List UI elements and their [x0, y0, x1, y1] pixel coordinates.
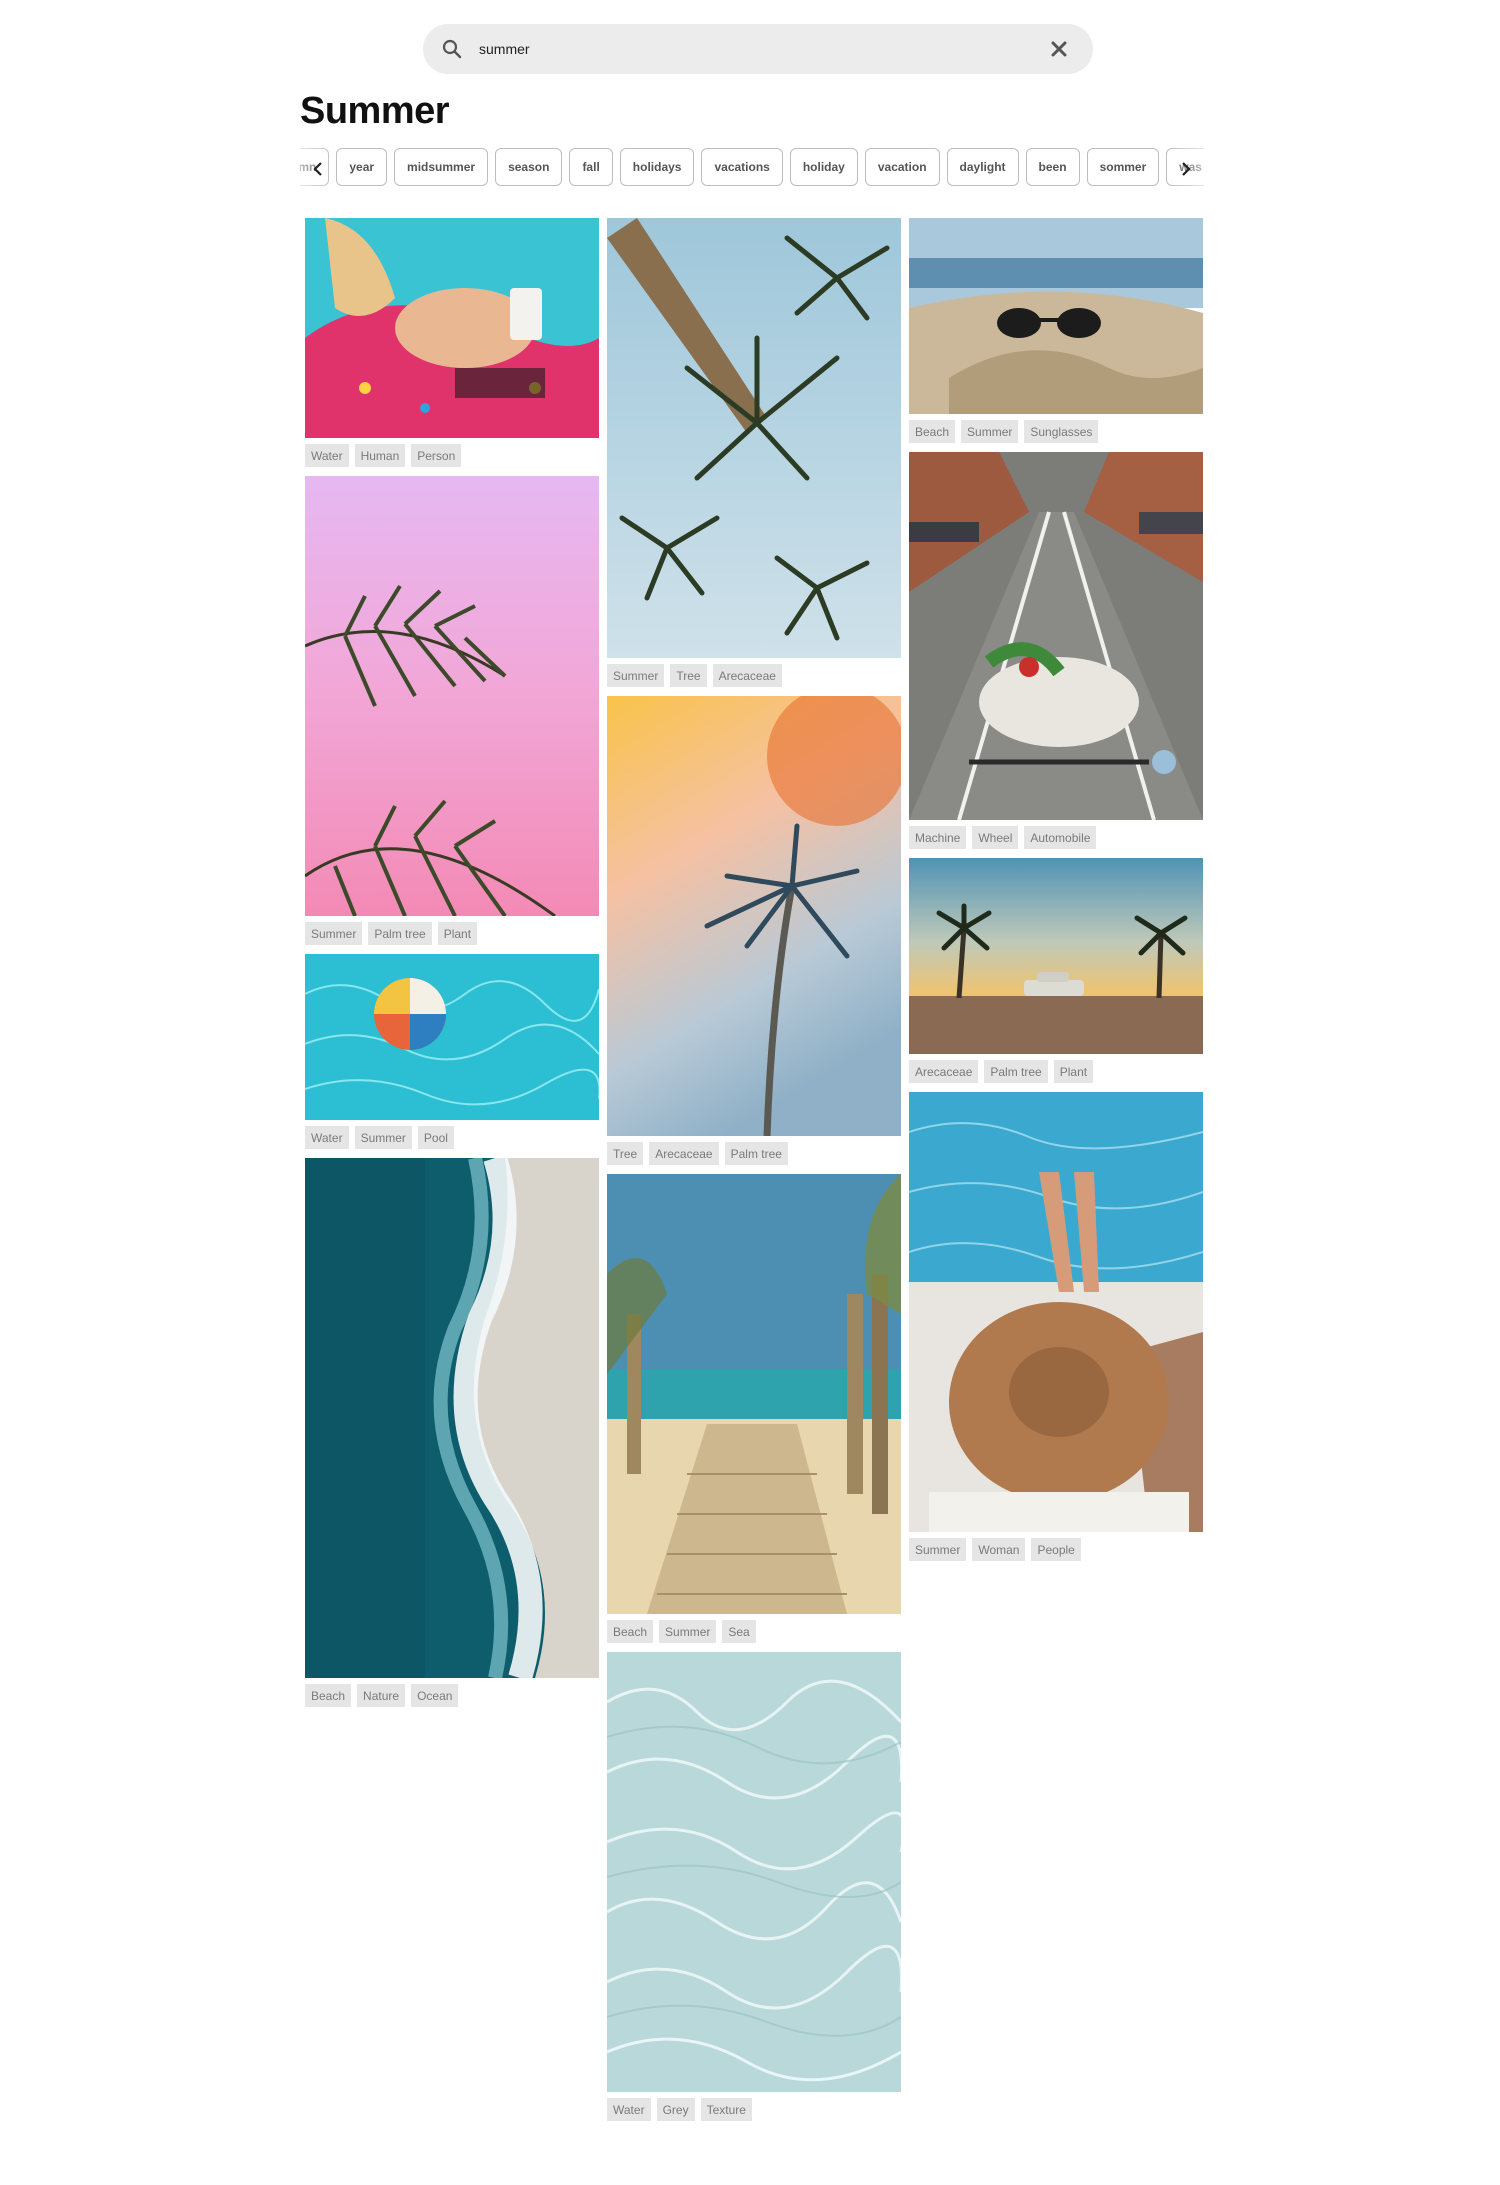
tag-beach[interactable]: Beach: [909, 420, 956, 443]
tag-summer[interactable]: Summer: [607, 664, 665, 687]
tag-plant[interactable]: Plant: [437, 922, 478, 945]
chip-list: umnyearmidsummerseasonfallholidaysvacati…: [300, 148, 1204, 186]
tag-beach[interactable]: Beach: [607, 1620, 654, 1643]
photo-tags: Beach Nature Ocean: [305, 1684, 599, 1707]
photo-card: Beach Nature Ocean: [305, 1158, 599, 1707]
chip-holiday[interactable]: holiday: [789, 148, 858, 186]
search-bar[interactable]: [423, 24, 1093, 74]
related-tags-carousel: umnyearmidsummerseasonfallholidaysvacati…: [300, 142, 1204, 196]
tag-automobile[interactable]: Automobile: [1024, 826, 1097, 849]
tag-machine[interactable]: Machine: [909, 826, 967, 849]
photo-palm-trees-from-below[interactable]: [607, 218, 901, 658]
chip-been[interactable]: been: [1025, 148, 1080, 186]
tag-plant[interactable]: Plant: [1053, 1060, 1094, 1083]
photo-woman-on-donut-float[interactable]: [305, 218, 599, 438]
chip-vacations[interactable]: vacations: [701, 148, 783, 186]
photo-bicycle-on-street[interactable]: [909, 452, 1203, 820]
tag-nature[interactable]: Nature: [357, 1684, 406, 1707]
photo-tags: Water Human Person: [305, 444, 599, 467]
tag-summer[interactable]: Summer: [659, 1620, 717, 1643]
photo-tags: Tree Arecaceae Palm tree: [607, 1142, 901, 1165]
photo-card: Machine Wheel Automobile: [909, 452, 1203, 849]
close-icon[interactable]: [1047, 37, 1071, 61]
photo-woman-straw-hat-pool[interactable]: [909, 1092, 1203, 1532]
photo-card: Water Grey Texture: [607, 1652, 901, 2121]
chip-fall[interactable]: fall: [569, 148, 613, 186]
chip-daylight[interactable]: daylight: [946, 148, 1019, 186]
chevron-left-icon[interactable]: [300, 142, 336, 196]
photo-tags: Arecaceae Palm tree Plant: [909, 1060, 1203, 1083]
photo-card: Water Summer Pool: [305, 954, 599, 1149]
tag-sea[interactable]: Sea: [722, 1620, 756, 1643]
tag-palm-tree[interactable]: Palm tree: [984, 1060, 1048, 1083]
photo-card: Summer Tree Arecaceae: [607, 218, 901, 687]
photo-tags: Water Grey Texture: [607, 2098, 901, 2121]
tag-summer[interactable]: Summer: [909, 1538, 967, 1561]
photo-card: Tree Arecaceae Palm tree: [607, 696, 901, 1165]
tag-ocean[interactable]: Ocean: [411, 1684, 459, 1707]
photo-car-between-palms[interactable]: [909, 858, 1203, 1054]
tag-beach[interactable]: Beach: [305, 1684, 352, 1707]
gallery-column-3: Beach Summer Sunglasses Machine Wheel Automo…: [909, 218, 1203, 1570]
search-icon[interactable]: [437, 34, 467, 64]
search-input[interactable]: [477, 40, 1047, 58]
chip-vacation[interactable]: vacation: [864, 148, 940, 186]
tag-person[interactable]: Person: [411, 444, 462, 467]
photo-card: Beach Summer Sea: [607, 1174, 901, 1643]
tag-arecaceae[interactable]: Arecaceae: [649, 1142, 719, 1165]
tag-tree[interactable]: Tree: [607, 1142, 644, 1165]
tag-woman[interactable]: Woman: [972, 1538, 1026, 1561]
tag-texture[interactable]: Texture: [700, 2098, 752, 2121]
gallery-column-2: Summer Tree Arecaceae Tree Arecaceae Palm tr…: [607, 218, 901, 2130]
photo-tags: Machine Wheel Automobile: [909, 826, 1203, 849]
photo-beach-ball-in-pool[interactable]: [305, 954, 599, 1120]
photo-aerial-beach-waves[interactable]: [305, 1158, 599, 1678]
chevron-right-icon[interactable]: [1168, 142, 1204, 196]
tag-tree[interactable]: Tree: [670, 664, 707, 687]
photo-tags: Beach Summer Sunglasses: [909, 420, 1203, 443]
chip-year[interactable]: year: [336, 148, 388, 186]
tag-water[interactable]: Water: [305, 1126, 349, 1149]
photo-card: Arecaceae Palm tree Plant: [909, 858, 1203, 1083]
tag-water[interactable]: Water: [305, 444, 349, 467]
photo-tags: Summer Tree Arecaceae: [607, 664, 901, 687]
photo-tags: Summer Woman People: [909, 1538, 1203, 1561]
photo-sunglasses-on-sand[interactable]: [909, 218, 1203, 414]
tag-arecaceae[interactable]: Arecaceae: [712, 664, 782, 687]
page-title: Summer: [300, 90, 450, 132]
photo-tags: Water Summer Pool: [305, 1126, 599, 1149]
tag-summer[interactable]: Summer: [354, 1126, 412, 1149]
chip-holidays[interactable]: holidays: [619, 148, 695, 186]
tag-pool[interactable]: Pool: [417, 1126, 454, 1149]
photo-tags: Summer Palm tree Plant: [305, 922, 599, 945]
tag-palm-tree[interactable]: Palm tree: [724, 1142, 788, 1165]
photo-card: Water Human Person: [305, 218, 599, 467]
tag-arecaceae[interactable]: Arecaceae: [909, 1060, 979, 1083]
gallery-column-1: Water Human Person Summer Palm tree Plant Wa…: [305, 218, 599, 1716]
chip-midsummer[interactable]: midsummer: [394, 148, 489, 186]
photo-palm-leaves-pink-sky[interactable]: [305, 476, 599, 916]
photo-boardwalk-to-beach[interactable]: [607, 1174, 901, 1614]
tag-sunglasses[interactable]: Sunglasses: [1024, 420, 1099, 443]
tag-people[interactable]: People: [1031, 1538, 1081, 1561]
tag-palm-tree[interactable]: Palm tree: [368, 922, 432, 945]
chip-season[interactable]: season: [495, 148, 563, 186]
photo-card: Summer Palm tree Plant: [305, 476, 599, 945]
photo-tags: Beach Summer Sea: [607, 1620, 901, 1643]
photo-palm-tree-sunset-glow[interactable]: [607, 696, 901, 1136]
photo-clear-water-texture[interactable]: [607, 1652, 901, 2092]
tag-summer[interactable]: Summer: [305, 922, 363, 945]
chip-sommer[interactable]: sommer: [1086, 148, 1160, 186]
tag-water[interactable]: Water: [607, 2098, 651, 2121]
tag-wheel[interactable]: Wheel: [972, 826, 1019, 849]
tag-grey[interactable]: Grey: [656, 2098, 695, 2121]
photo-card: Summer Woman People: [909, 1092, 1203, 1561]
tag-human[interactable]: Human: [354, 444, 406, 467]
tag-summer[interactable]: Summer: [961, 420, 1019, 443]
photo-card: Beach Summer Sunglasses: [909, 218, 1203, 443]
